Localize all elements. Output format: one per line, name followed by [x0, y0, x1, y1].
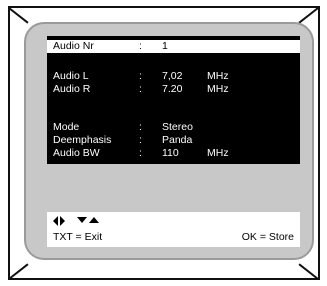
menu-row-separator: :: [139, 83, 142, 95]
menu-row-mode[interactable]: Mode : Stereo: [47, 121, 300, 134]
menu-row-label: Deemphasis: [53, 134, 112, 146]
menu-row-value: 110: [162, 147, 179, 159]
menu-row-value: 7.20: [162, 83, 183, 95]
menu-row-value: 1: [162, 40, 168, 52]
menu-row-audio-bw[interactable]: Audio BW : 110 MHz: [47, 147, 300, 160]
menu-row-label: Audio Nr: [53, 40, 94, 52]
menu-row-value: Panda: [162, 134, 193, 146]
menu-row-separator: :: [139, 70, 142, 82]
menu-row-label: Mode: [53, 121, 80, 133]
audio-settings-menu: Audio Nr : 1 Audio L : 7,02 MHz Audio R …: [47, 36, 300, 164]
menu-row-separator: :: [139, 121, 142, 133]
menu-row-label: Audio L: [53, 70, 89, 82]
menu-row-separator: :: [139, 134, 142, 146]
menu-row-separator: :: [139, 147, 142, 159]
menu-row-label: Audio BW: [53, 147, 100, 159]
menu-row-unit: MHz: [207, 147, 229, 159]
store-hint: OK = Store: [241, 231, 294, 243]
left-right-arrows-icon: [53, 216, 65, 226]
menu-row-audio-r[interactable]: Audio R : 7.20 MHz: [47, 83, 300, 96]
menu-row-deemphasis[interactable]: Deemphasis : Panda: [47, 134, 300, 147]
menu-row-value: 7,02: [162, 70, 183, 82]
menu-row-unit: MHz: [207, 83, 229, 95]
menu-row-unit: MHz: [207, 70, 229, 82]
menu-row-audio-l[interactable]: Audio L : 7,02 MHz: [47, 70, 300, 83]
menu-row-audio-nr[interactable]: Audio Nr : 1: [47, 40, 300, 53]
navigation-hints: [53, 215, 113, 227]
down-up-arrows-icon: [77, 217, 99, 223]
exit-hint: TXT = Exit: [53, 231, 103, 243]
menu-row-label: Audio R: [53, 83, 91, 95]
menu-row-value: Stereo: [162, 121, 193, 133]
help-footer: TXT = Exit OK = Store: [47, 212, 300, 247]
menu-row-separator: :: [139, 40, 142, 52]
